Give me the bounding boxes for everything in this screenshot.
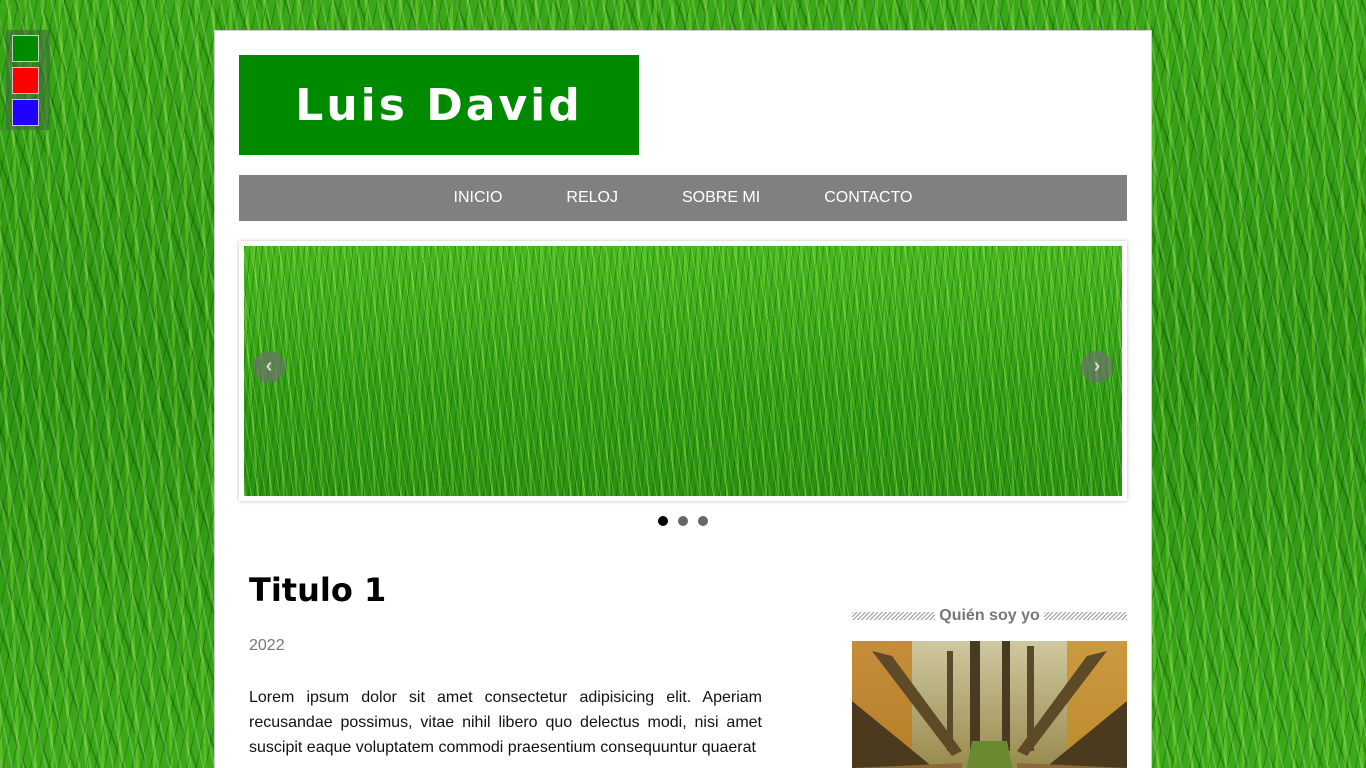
theme-switcher bbox=[6, 30, 50, 130]
title-hatch-left bbox=[852, 612, 936, 620]
nav-item-inicio[interactable]: INICIO bbox=[454, 189, 503, 207]
nav-item-sobre-mi[interactable]: SOBRE MI bbox=[682, 189, 760, 207]
theme-swatch-blue[interactable] bbox=[12, 99, 39, 126]
chevron-right-icon: › bbox=[1093, 355, 1101, 377]
slider-prev-button[interactable]: ‹ bbox=[253, 351, 285, 383]
slide-image-grass bbox=[244, 246, 1122, 496]
image-slider: ‹ › bbox=[239, 241, 1127, 501]
nav-item-contacto[interactable]: CONTACTO bbox=[824, 189, 912, 207]
site-logo[interactable]: Luis David bbox=[239, 55, 639, 155]
theme-swatch-red[interactable] bbox=[12, 67, 39, 94]
title-hatch-right bbox=[1043, 612, 1127, 620]
sidebar-widget-title: Quién soy yo bbox=[852, 606, 1127, 626]
theme-swatch-green[interactable] bbox=[12, 35, 39, 62]
forest-bridge-illustration bbox=[852, 641, 1127, 768]
post-date: 2022 bbox=[249, 637, 285, 654]
forest-bridge-photo bbox=[852, 641, 1127, 768]
main-nav: INICIO RELOJ SOBRE MI CONTACTO bbox=[239, 175, 1127, 221]
chevron-left-icon: ‹ bbox=[265, 355, 273, 377]
slider-next-button[interactable]: › bbox=[1081, 351, 1113, 383]
slider-dot-3[interactable] bbox=[698, 516, 708, 526]
sidebar-widget-title-text: Quién soy yo bbox=[939, 607, 1040, 624]
nav-item-reloj[interactable]: RELOJ bbox=[566, 189, 618, 207]
post-title: Titulo 1 bbox=[249, 571, 387, 609]
slider-pagination bbox=[215, 516, 1151, 526]
post-body: Lorem ipsum dolor sit amet consectetur a… bbox=[249, 689, 762, 756]
slider-dot-1[interactable] bbox=[658, 516, 668, 526]
slider-dot-2[interactable] bbox=[678, 516, 688, 526]
site-logo-text: Luis David bbox=[295, 79, 583, 131]
page-container: Luis David INICIO RELOJ SOBRE MI CONTACT… bbox=[214, 30, 1152, 768]
